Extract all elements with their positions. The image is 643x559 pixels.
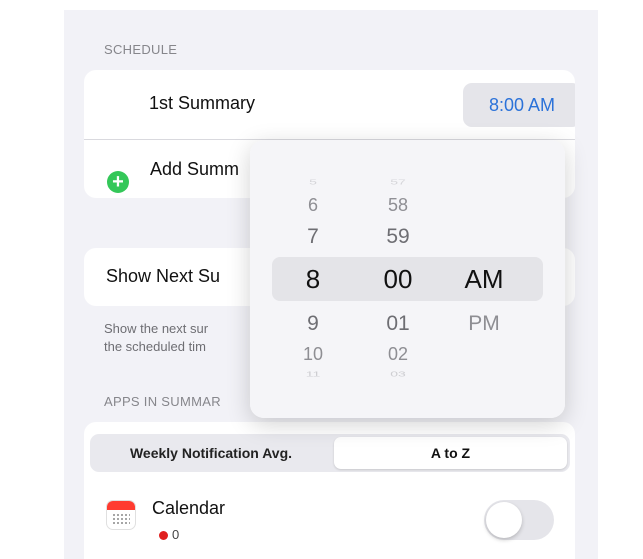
period-value: PM (468, 312, 500, 335)
period-value-selected: AM (464, 264, 504, 294)
sort-segmented-control: Weekly Notification Avg. A to Z (90, 434, 570, 472)
notification-count: 0 (172, 527, 180, 542)
minute-wheel[interactable]: 57 58 59 00 01 02 03 (363, 140, 433, 418)
minute-value-selected: 00 (383, 264, 413, 294)
sort-option-a-to-z[interactable]: A to Z (334, 437, 567, 469)
hour-value: 11 (305, 370, 321, 378)
sort-option-weekly[interactable]: Weekly Notification Avg. (90, 434, 332, 472)
hour-value: 10 (302, 344, 324, 364)
device-frame: SCHEDULE 1st Summary 8:00 AM Add Summ + … (0, 0, 643, 559)
toggle-knob (486, 502, 522, 538)
period-wheel[interactable]: AM PM (449, 140, 519, 418)
summary-time-button[interactable]: 8:00 AM (463, 83, 575, 127)
hour-wheel[interactable]: 5 6 7 8 9 10 11 (278, 140, 348, 418)
minute-value: 57 (390, 178, 406, 186)
minute-value: 03 (390, 370, 406, 378)
minute-value: 01 (386, 312, 410, 335)
hour-value-selected: 8 (305, 264, 321, 294)
hour-value: 5 (309, 178, 317, 186)
add-circle-icon[interactable]: + (107, 171, 129, 193)
minute-value: 58 (387, 195, 409, 215)
schedule-section-header: SCHEDULE (104, 42, 178, 57)
minute-value: 02 (387, 344, 409, 364)
notification-dot-icon (159, 531, 168, 540)
app-name-calendar: Calendar (152, 498, 226, 518)
calendar-toggle[interactable] (484, 500, 554, 540)
hour-value: 7 (307, 225, 319, 248)
settings-screen: SCHEDULE 1st Summary 8:00 AM Add Summ + … (64, 10, 598, 559)
time-picker-popover[interactable]: 5 6 7 8 9 10 11 57 58 59 00 01 02 03 AM … (250, 140, 565, 418)
show-next-label: Show Next Su (106, 266, 221, 286)
hour-value: 9 (307, 312, 319, 335)
add-summary-label[interactable]: Add Summ (150, 159, 239, 180)
summary-label: 1st Summary (149, 93, 256, 113)
apps-section-header: APPS IN SUMMAR (104, 394, 221, 409)
calendar-app-icon (107, 501, 135, 529)
hour-value: 6 (307, 195, 318, 215)
minute-value: 59 (386, 225, 410, 248)
